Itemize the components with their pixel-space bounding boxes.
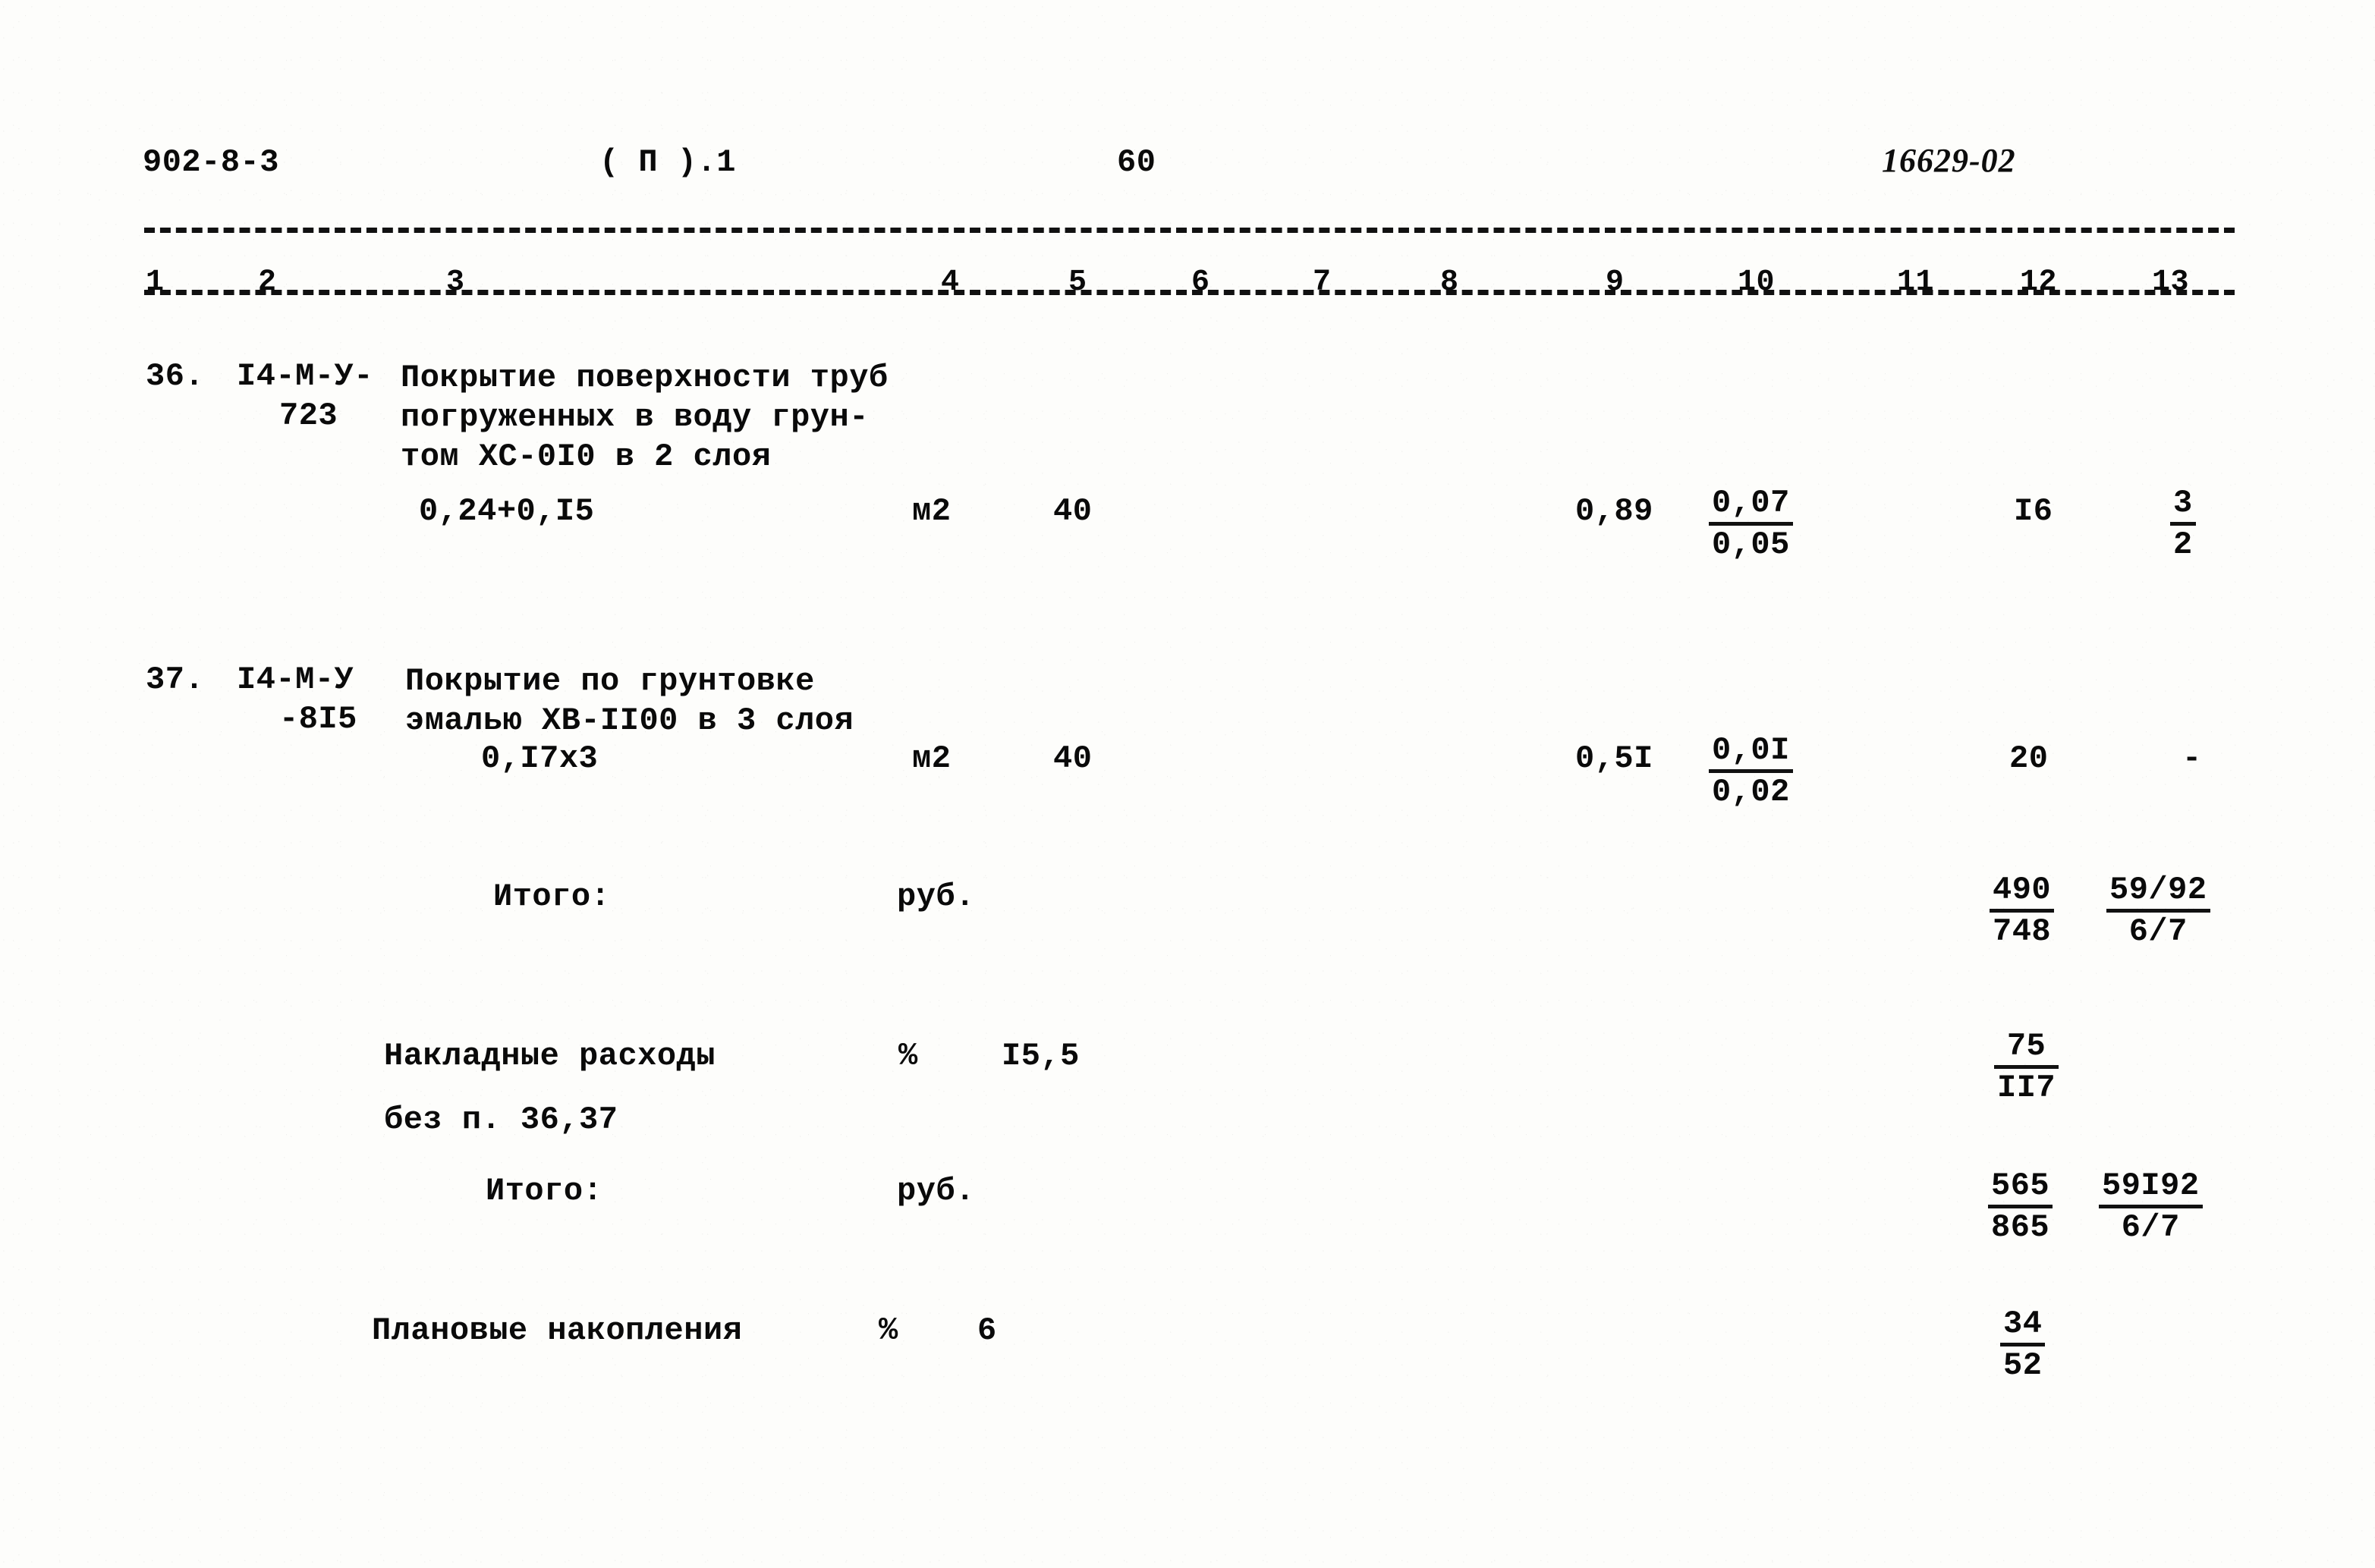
- column-number-3: 3: [446, 266, 465, 300]
- column-number-11: 11: [1897, 266, 1935, 300]
- total-col12-numerator: 59I92: [2099, 1168, 2203, 1208]
- total-label: Итого:: [493, 878, 611, 915]
- row-col5-value: 40: [1053, 740, 1093, 777]
- row-unit: м2: [912, 493, 952, 529]
- row-col11-value: I6: [2014, 493, 2053, 529]
- scanned-page: 902-8-3 ( П ).1 60 16629-02 1 2 3 4 5 6 …: [0, 0, 2375, 1568]
- total-label: Итого:: [486, 1173, 603, 1209]
- overhead-col11-denominator: II7: [1997, 1070, 2056, 1106]
- column-number-2: 2: [258, 266, 277, 300]
- column-number-1: 1: [146, 266, 165, 300]
- row-description-line2: погруженных в воду грун-: [401, 399, 869, 435]
- row-description-line1: Покрытие поверхности труб: [401, 360, 889, 396]
- planned-savings-label: Плановые накопления: [372, 1312, 743, 1349]
- column-number-6: 6: [1191, 266, 1210, 300]
- row-description-line3: том ХС-0I0 в 2 слоя: [401, 438, 772, 475]
- document-number: 16629-02: [1882, 142, 2016, 179]
- row-col12-numerator: 3: [2170, 485, 2196, 526]
- column-number-9: 9: [1606, 266, 1625, 300]
- total-col11-denominator: 865: [1991, 1209, 2050, 1246]
- row-col10-denominator: 0,02: [1712, 774, 1790, 810]
- column-number-12: 12: [2020, 266, 2058, 300]
- overhead-label: Накладные расходы: [384, 1038, 716, 1074]
- row-col11-value: 20: [2009, 740, 2049, 777]
- row-quantity-formula: 0,24+0,I5: [419, 493, 595, 529]
- total-col12-denominator: 6/7: [2128, 913, 2188, 950]
- row-number: 37.: [146, 661, 205, 698]
- row-quantity-formula: 0,I7х3: [481, 740, 599, 777]
- column-number-10: 10: [1738, 266, 1776, 300]
- column-number-8: 8: [1440, 266, 1459, 300]
- row-col9-value: 0,89: [1575, 493, 1653, 529]
- overhead-percent-sign: %: [898, 1038, 918, 1074]
- part-label: ( П ).1: [599, 144, 736, 181]
- column-number-5: 5: [1068, 266, 1087, 300]
- total-unit: руб.: [897, 878, 975, 915]
- row-col9-value: 0,5I: [1575, 740, 1653, 777]
- row-col10-numerator: 0,0I: [1709, 733, 1793, 773]
- overhead-col11-numerator: 75: [1994, 1029, 2059, 1069]
- row-code-line1: I4-М-У-: [237, 358, 373, 394]
- row-description-line2: эмалью ХВ-II00 в 3 слоя: [405, 702, 854, 739]
- overhead-col11-fraction: 75 II7: [1994, 1029, 2059, 1105]
- overhead-exclusion-note: без п. 36,37: [384, 1101, 618, 1138]
- row-number: 36.: [146, 358, 205, 394]
- total-col11-fraction: 565 865: [1988, 1168, 2053, 1245]
- total-unit: руб.: [897, 1173, 975, 1209]
- row-col5-value: 40: [1053, 493, 1093, 529]
- row-description-line1: Покрытие по грунтовке: [405, 663, 815, 699]
- column-number-7: 7: [1313, 266, 1332, 300]
- planned-savings-col11-denominator: 52: [2003, 1347, 2043, 1384]
- row-col10-numerator: 0,07: [1709, 485, 1793, 526]
- row-col12-fraction: 3 2: [2170, 485, 2196, 562]
- total-col12-fraction: 59I92 6/7: [2099, 1168, 2203, 1245]
- total-col12-denominator: 6/7: [2121, 1209, 2180, 1246]
- total-col11-fraction: 490 748: [1990, 872, 2055, 950]
- total-col11-denominator: 748: [1993, 913, 2052, 950]
- row-col10-fraction: 0,07 0,05: [1709, 485, 1793, 562]
- planned-savings-col11-fraction: 34 52: [2000, 1306, 2046, 1384]
- planned-savings-col11-numerator: 34: [2000, 1306, 2046, 1346]
- row-col12-denominator: 2: [2173, 526, 2193, 563]
- row-col12-value: -: [2182, 740, 2202, 777]
- row-col10-fraction: 0,0I 0,02: [1709, 733, 1793, 809]
- total-col12-fraction: 59/92 6/7: [2106, 872, 2210, 949]
- total-col11-numerator: 565: [1988, 1168, 2053, 1208]
- row-unit: м2: [912, 740, 952, 777]
- total-col11-numerator: 490: [1990, 872, 2055, 913]
- row-code-line1: I4-М-У: [237, 661, 354, 698]
- column-number-13: 13: [2152, 266, 2190, 300]
- page-number: 60: [1117, 144, 1156, 181]
- header-divider-top: [144, 228, 2235, 233]
- row-code-line2: 723: [279, 397, 338, 434]
- planned-savings-percent-sign: %: [879, 1312, 898, 1349]
- column-number-4: 4: [941, 266, 960, 300]
- row-col10-denominator: 0,05: [1712, 526, 1790, 563]
- total-col12-numerator: 59/92: [2106, 872, 2210, 913]
- sheet-code: 902-8-3: [143, 144, 279, 181]
- row-code-line2: -8I5: [279, 701, 357, 737]
- overhead-percent-value: I5,5: [1002, 1038, 1080, 1074]
- planned-savings-percent-value: 6: [977, 1312, 997, 1349]
